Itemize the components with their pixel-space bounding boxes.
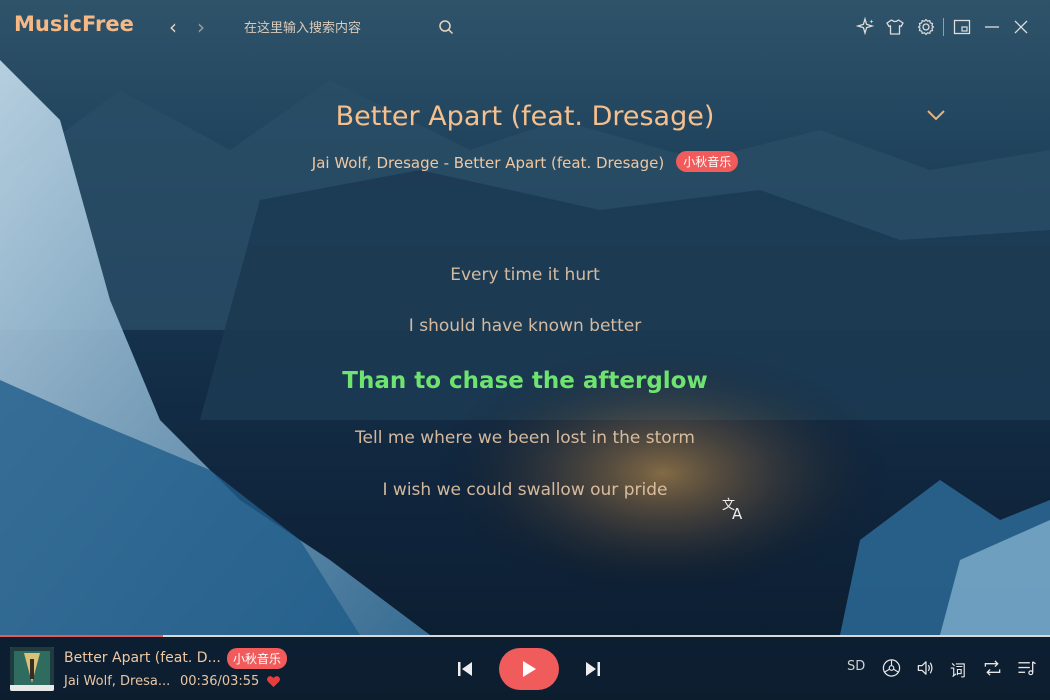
forward-button[interactable]: › <box>190 16 212 38</box>
skip-next-icon[interactable] <box>583 659 603 679</box>
shirt-icon[interactable] <box>885 17 905 37</box>
back-icon: ‹ <box>169 15 177 39</box>
mini-window-icon[interactable] <box>952 17 972 37</box>
song-artist-album: Jai Wolf, Dresage - Better Apart (feat. … <box>311 154 665 172</box>
play-icon <box>523 661 536 677</box>
svg-text:A: A <box>732 505 743 522</box>
volume-icon[interactable] <box>915 658 936 678</box>
player-song-title[interactable]: Better Apart (feat. D... <box>64 650 221 666</box>
search-box <box>232 12 464 44</box>
player-artist: Jai Wolf, Dresa... <box>64 674 171 689</box>
gear-icon[interactable] <box>916 17 936 37</box>
album-cover[interactable] <box>10 647 54 691</box>
forward-icon: › <box>197 15 205 39</box>
lyric-line[interactable]: I wish we could swallow our pride <box>0 480 1050 500</box>
search-icon[interactable] <box>438 19 454 35</box>
app-logo: MusicFree <box>14 12 134 36</box>
player-time: 00:36/03:55 <box>180 674 260 689</box>
quality-button[interactable]: SD <box>847 659 865 674</box>
lyric-line[interactable]: Every time it hurt <box>0 265 1050 285</box>
song-subtitle: Jai Wolf, Dresage - Better Apart (feat. … <box>0 151 1050 172</box>
search-input[interactable] <box>232 12 446 44</box>
song-title: Better Apart (feat. Dresage) <box>335 101 715 132</box>
skip-previous-icon[interactable] <box>455 659 475 679</box>
lyric-toggle-button[interactable]: 词 <box>950 657 966 681</box>
title-bar: MusicFree ‹ › <box>0 0 1050 54</box>
lyric-line-current[interactable]: Than to chase the afterglow <box>0 368 1050 394</box>
playlist-icon[interactable] <box>1016 658 1037 678</box>
lyric-line[interactable]: Tell me where we been lost in the storm <box>0 428 1050 448</box>
source-badge: 小秋音乐 <box>676 151 739 172</box>
sparkle-icon[interactable] <box>856 17 876 37</box>
translate-icon[interactable]: 文 A <box>720 494 748 522</box>
titlebar-divider <box>943 18 944 36</box>
lyric-line[interactable]: I should have known better <box>0 316 1050 336</box>
back-button[interactable]: ‹ <box>162 16 184 38</box>
sound-effect-icon[interactable] <box>881 658 902 678</box>
close-icon[interactable] <box>1011 17 1031 37</box>
play-button[interactable] <box>499 648 559 690</box>
player-source-badge: 小秋音乐 <box>227 648 288 669</box>
player-bar: Better Apart (feat. D... 小秋音乐 Jai Wolf, … <box>0 637 1050 700</box>
repeat-icon[interactable] <box>982 658 1003 678</box>
chevron-down-icon[interactable] <box>924 104 948 126</box>
minimize-icon[interactable] <box>982 17 1002 37</box>
heart-icon[interactable] <box>266 674 281 689</box>
